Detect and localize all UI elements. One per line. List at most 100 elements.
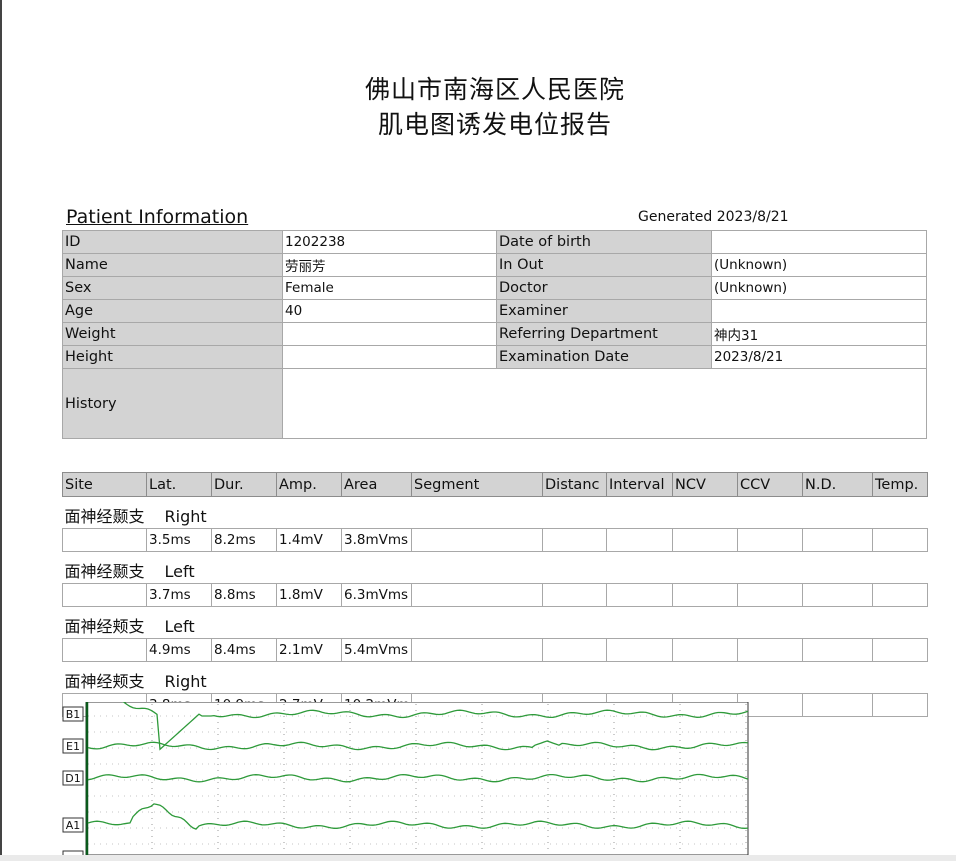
trace-label: D1 bbox=[65, 772, 80, 785]
history-label: History bbox=[62, 368, 283, 439]
table-cell bbox=[802, 583, 873, 607]
info-label: ID bbox=[62, 230, 283, 254]
column-header: Interval bbox=[606, 472, 673, 497]
info-row: Height Examination Date 2023/8/21 bbox=[62, 345, 927, 369]
table-cell: 4.9ms bbox=[146, 638, 212, 662]
nerve-heading: 面神经颊支 Right bbox=[63, 662, 928, 694]
nerve-name: 面神经颊支 bbox=[64, 671, 145, 691]
table-cell bbox=[411, 638, 543, 662]
info-value: 1202238 bbox=[282, 230, 497, 254]
info-label: Examiner bbox=[496, 299, 712, 323]
nerve-heading: 面神经颊支 Left bbox=[63, 607, 928, 639]
nerve-side: Left bbox=[164, 561, 195, 581]
hospital-name: 佛山市南海区人民医院 bbox=[364, 75, 625, 104]
results-table: Site Lat. Dur. Amp. Area Segment Distanc Interv… bbox=[62, 472, 928, 717]
info-value: 劳丽芳 bbox=[282, 253, 497, 277]
column-header: Temp. bbox=[872, 472, 928, 497]
column-header: Amp. bbox=[276, 472, 342, 497]
info-value: 神内31 bbox=[711, 322, 927, 346]
table-cell bbox=[872, 583, 928, 607]
table-cell bbox=[872, 693, 928, 717]
info-row: Sex Female Doctor (Unknown) bbox=[62, 276, 927, 300]
info-value bbox=[282, 322, 497, 346]
table-cell: 3.5ms bbox=[146, 528, 212, 552]
nerve-heading: 面神经颞支 Left bbox=[63, 552, 928, 584]
table-row: 4.9ms 8.4ms 2.1mV 5.4mVms bbox=[62, 638, 928, 662]
history-value bbox=[282, 368, 927, 439]
table-cell bbox=[737, 583, 803, 607]
column-header: Distanc bbox=[542, 472, 607, 497]
table-cell bbox=[542, 638, 607, 662]
info-label: In Out bbox=[496, 253, 712, 277]
table-cell bbox=[542, 528, 607, 552]
info-row: ID 1202238 Date of birth bbox=[62, 230, 927, 254]
page-bottom-edge bbox=[0, 855, 956, 861]
generated-date: 2023/8/21 bbox=[716, 209, 789, 225]
info-value bbox=[282, 345, 497, 369]
column-header: Segment bbox=[411, 472, 543, 497]
table-row: 3.5ms 8.2ms 1.4mV 3.8mVms bbox=[62, 528, 928, 552]
info-label: Examination Date bbox=[496, 345, 712, 369]
table-cell bbox=[737, 528, 803, 552]
nerve-row: 面神经颞支 Right bbox=[63, 497, 928, 529]
table-cell: 8.8ms bbox=[211, 583, 277, 607]
table-cell bbox=[672, 528, 738, 552]
info-value: (Unknown) bbox=[711, 253, 927, 277]
table-cell: 1.8mV bbox=[276, 583, 342, 607]
info-label: Referring Department bbox=[496, 322, 712, 346]
info-value bbox=[711, 230, 927, 254]
patient-info-heading: Patient Information bbox=[66, 206, 249, 228]
table-cell bbox=[672, 638, 738, 662]
nerve-name: 面神经颞支 bbox=[64, 561, 145, 581]
table-cell bbox=[872, 528, 928, 552]
table-cell bbox=[411, 583, 543, 607]
info-row: Age 40 Examiner bbox=[62, 299, 927, 323]
nerve-heading: 面神经颞支 Right bbox=[63, 497, 928, 529]
table-cell: 8.4ms bbox=[211, 638, 277, 662]
trace-label: A1 bbox=[66, 819, 81, 832]
table-cell: 3.8mVms bbox=[341, 528, 412, 552]
column-header: NCV bbox=[672, 472, 738, 497]
history-row: History bbox=[62, 368, 927, 439]
generated-stamp: Generated 2023/8/21 bbox=[638, 209, 789, 225]
table-cell bbox=[802, 528, 873, 552]
info-row: Weight Referring Department 神内31 bbox=[62, 322, 927, 346]
nerve-side: Left bbox=[164, 616, 195, 636]
table-cell bbox=[62, 528, 147, 552]
nerve-side: Right bbox=[164, 671, 207, 691]
nerve-name: 面神经颊支 bbox=[64, 616, 145, 636]
table-cell bbox=[872, 638, 928, 662]
column-header: Area bbox=[341, 472, 412, 497]
trace-label: E1 bbox=[66, 740, 80, 753]
info-label: Age bbox=[62, 299, 283, 323]
table-cell bbox=[802, 638, 873, 662]
table-cell: 6.3mVms bbox=[341, 583, 412, 607]
results-header-row: Site Lat. Dur. Amp. Area Segment Distanc Interv… bbox=[62, 472, 928, 497]
table-cell bbox=[802, 693, 873, 717]
info-label: Sex bbox=[62, 276, 283, 300]
column-header: N.D. bbox=[802, 472, 873, 497]
info-value: (Unknown) bbox=[711, 276, 927, 300]
column-header: CCV bbox=[737, 472, 803, 497]
patient-info-table: ID 1202238 Date of birth Name 劳丽芳 In Out (Unkn… bbox=[62, 230, 927, 439]
table-cell bbox=[672, 583, 738, 607]
column-header: Site bbox=[62, 472, 147, 497]
info-label: Name bbox=[62, 253, 283, 277]
info-value: 2023/8/21 bbox=[711, 345, 927, 369]
table-cell bbox=[606, 583, 673, 607]
table-cell: 8.2ms bbox=[211, 528, 277, 552]
nerve-row: 面神经颞支 Left bbox=[63, 552, 928, 584]
table-row: 3.7ms 8.8ms 1.8mV 6.3mVms bbox=[62, 583, 928, 607]
info-label: Date of birth bbox=[496, 230, 712, 254]
nerve-name: 面神经颞支 bbox=[64, 506, 145, 526]
info-value: 40 bbox=[282, 299, 497, 323]
column-header: Dur. bbox=[211, 472, 277, 497]
table-cell bbox=[606, 638, 673, 662]
generated-label: Generated bbox=[638, 209, 713, 225]
column-header: Lat. bbox=[146, 472, 212, 497]
info-value bbox=[711, 299, 927, 323]
info-value: Female bbox=[282, 276, 497, 300]
info-label: Doctor bbox=[496, 276, 712, 300]
waveform-panel: B1 E1 D1 A1 bbox=[62, 702, 749, 855]
info-label: Weight bbox=[62, 322, 283, 346]
